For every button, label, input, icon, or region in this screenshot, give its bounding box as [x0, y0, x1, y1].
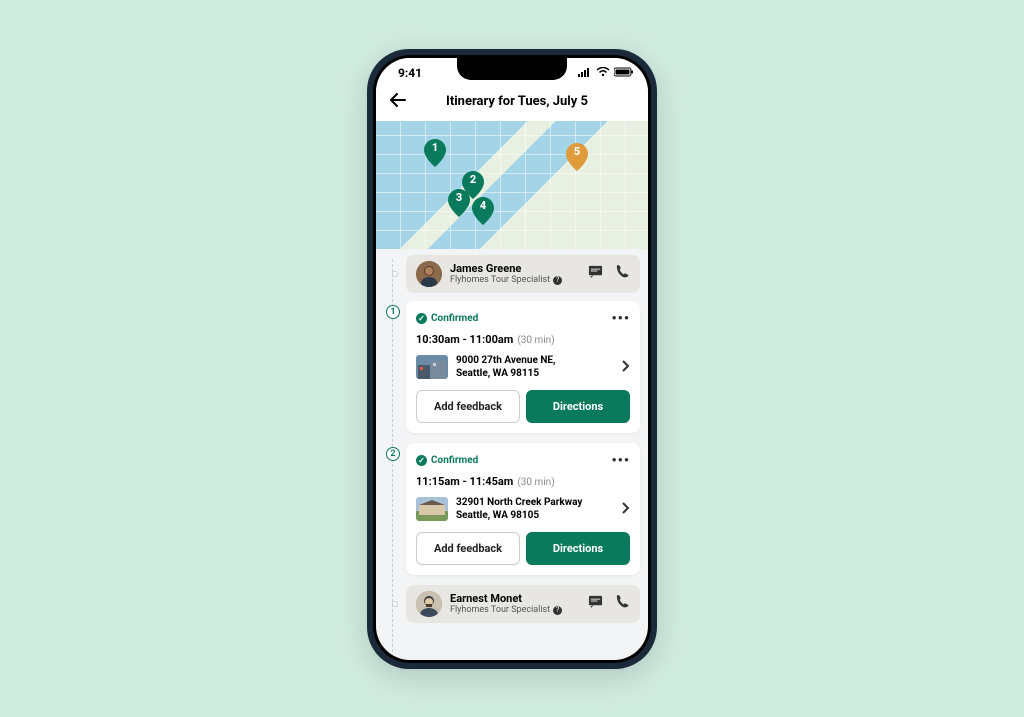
map-pin-1[interactable]: 1	[424, 139, 446, 167]
info-icon[interactable]: ?	[553, 276, 562, 285]
more-button[interactable]: •••	[611, 311, 630, 327]
map-pin-3[interactable]: 3	[448, 189, 470, 217]
chevron-right-icon	[622, 357, 630, 376]
time-row: 10:30am - 11:00am(30 min)	[416, 333, 630, 346]
map-pin-5[interactable]: 5	[566, 143, 588, 171]
screen: 9:41 Itinerary for Tues, July 5 1 2 3 4 …	[376, 58, 648, 660]
button-row: Add feedback Directions	[416, 390, 630, 423]
avatar[interactable]	[416, 261, 442, 287]
more-button[interactable]: •••	[611, 453, 630, 469]
address-row[interactable]: 32901 North Creek ParkwaySeattle, WA 981…	[416, 496, 630, 522]
specialist-name: Earnest Monet	[450, 592, 580, 605]
button-row: Add feedback Directions	[416, 532, 630, 565]
phone-icon[interactable]	[615, 264, 630, 283]
status-right	[578, 66, 634, 80]
property-thumbnail	[416, 355, 448, 379]
message-icon[interactable]	[588, 264, 603, 283]
specialist-actions	[588, 594, 630, 613]
signal-icon	[578, 66, 592, 80]
map-view[interactable]: 1 2 3 4 5	[376, 121, 648, 249]
address-text: 32901 North Creek ParkwaySeattle, WA 981…	[456, 496, 614, 522]
header: Itinerary for Tues, July 5	[376, 88, 648, 121]
phone-icon[interactable]	[615, 594, 630, 613]
stop-card: 2 ✓Confirmed ••• 11:15am - 11:45am(30 mi…	[406, 443, 640, 575]
specialist-info: James Greene Flyhomes Tour Specialist?	[450, 262, 580, 285]
chevron-right-icon	[622, 499, 630, 518]
timeline: James Greene Flyhomes Tour Specialist? 1…	[376, 249, 648, 657]
specialist-actions	[588, 264, 630, 283]
status-badge: ✓Confirmed	[416, 455, 478, 466]
timeline-dot	[392, 601, 398, 607]
battery-icon	[614, 66, 634, 80]
stop-number-badge: 1	[386, 305, 400, 319]
stop-header: ✓Confirmed •••	[416, 453, 630, 469]
map-pin-4[interactable]: 4	[472, 197, 494, 225]
property-thumbnail	[416, 497, 448, 521]
phone-inner: 9:41 Itinerary for Tues, July 5 1 2 3 4 …	[373, 55, 651, 663]
specialist-role: Flyhomes Tour Specialist?	[450, 605, 580, 615]
stop-card: 1 ✓Confirmed ••• 10:30am - 11:00am(30 mi…	[406, 301, 640, 433]
avatar[interactable]	[416, 591, 442, 617]
address-text: 9000 27th Avenue NE,Seattle, WA 98115	[456, 354, 614, 380]
stop-header: ✓Confirmed •••	[416, 311, 630, 327]
status-time: 9:41	[398, 66, 422, 80]
message-icon[interactable]	[588, 594, 603, 613]
check-icon: ✓	[416, 313, 427, 324]
back-button[interactable]	[390, 92, 406, 111]
page-title: Itinerary for Tues, July 5	[420, 94, 614, 109]
stop-number-badge: 2	[386, 447, 400, 461]
specialist-card: Earnest Monet Flyhomes Tour Specialist?	[406, 585, 640, 623]
phone-frame: 9:41 Itinerary for Tues, July 5 1 2 3 4 …	[367, 49, 657, 669]
wifi-icon	[596, 66, 610, 80]
time-row: 11:15am - 11:45am(30 min)	[416, 475, 630, 488]
timeline-dot	[392, 271, 398, 277]
address-row[interactable]: 9000 27th Avenue NE,Seattle, WA 98115	[416, 354, 630, 380]
check-icon: ✓	[416, 455, 427, 466]
status-badge: ✓Confirmed	[416, 313, 478, 324]
add-feedback-button[interactable]: Add feedback	[416, 532, 520, 565]
specialist-card: James Greene Flyhomes Tour Specialist?	[406, 255, 640, 293]
directions-button[interactable]: Directions	[526, 532, 630, 565]
add-feedback-button[interactable]: Add feedback	[416, 390, 520, 423]
specialist-role: Flyhomes Tour Specialist?	[450, 275, 580, 285]
specialist-name: James Greene	[450, 262, 580, 275]
notch	[457, 58, 567, 80]
specialist-info: Earnest Monet Flyhomes Tour Specialist?	[450, 592, 580, 615]
directions-button[interactable]: Directions	[526, 390, 630, 423]
info-icon[interactable]: ?	[553, 606, 562, 615]
